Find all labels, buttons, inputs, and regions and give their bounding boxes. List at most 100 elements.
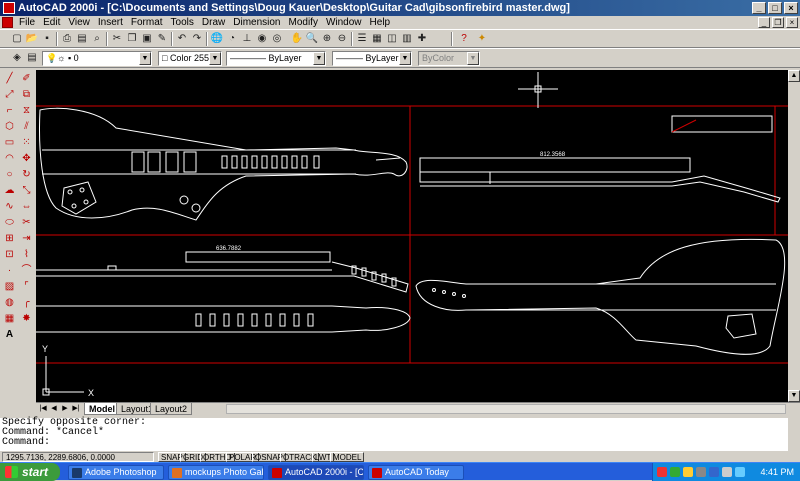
scale-icon[interactable]: ⤡	[19, 184, 34, 198]
move-icon[interactable]: ✥	[19, 152, 34, 166]
task-autocad-today[interactable]: AutoCAD Today	[368, 465, 464, 480]
menu-format[interactable]: Format	[127, 16, 167, 29]
document-icon[interactable]	[2, 17, 13, 28]
menu-dimension[interactable]: Dimension	[229, 16, 284, 29]
revision-cloud-icon[interactable]: ☁	[2, 184, 17, 198]
last-tab-icon[interactable]: ▶|	[71, 404, 81, 414]
copy-object-icon[interactable]: ⧉	[19, 88, 34, 102]
spline-icon[interactable]: ∿	[2, 200, 17, 214]
cut-icon[interactable]: ✂	[110, 32, 124, 46]
construction-line-icon[interactable]: ⤢	[2, 88, 17, 102]
prev-tab-icon[interactable]: ◀	[49, 404, 59, 414]
markup-icon[interactable]: ✚	[415, 32, 429, 46]
trim-icon[interactable]: ✂	[19, 216, 34, 230]
tool-palettes-icon[interactable]: ◫	[385, 32, 399, 46]
color-dropdown[interactable]: □ Color 255 ▼	[158, 51, 222, 66]
close-button[interactable]: ×	[784, 2, 798, 14]
chevron-down-icon[interactable]: ▼	[313, 52, 325, 65]
join-icon[interactable]: ⌒	[19, 264, 34, 278]
menu-window[interactable]: Window	[322, 16, 366, 29]
circle-icon[interactable]: ○	[2, 168, 17, 182]
design-center-icon[interactable]: ▦	[370, 32, 384, 46]
polygon-icon[interactable]: ⬡	[2, 120, 17, 134]
properties-icon[interactable]: ☰	[355, 32, 369, 46]
tab-layout2[interactable]: Layout2	[150, 403, 193, 415]
layers-icon[interactable]: ▤	[25, 51, 39, 65]
lineweight-dropdown[interactable]: ——— ByLayer ▼	[332, 51, 412, 66]
task-photoshop[interactable]: Adobe Photoshop	[68, 465, 164, 480]
start-button[interactable]: start	[0, 463, 60, 481]
menu-help[interactable]: Help	[366, 16, 395, 29]
print-icon[interactable]: ⎙	[60, 32, 74, 46]
pan-icon[interactable]: ✋	[290, 32, 304, 46]
rotate-icon[interactable]: ↻	[19, 168, 34, 182]
preview-icon[interactable]: ▤	[75, 32, 89, 46]
vertical-scrollbar[interactable]: ▲ ▼	[788, 70, 800, 402]
dbconnect-icon[interactable]: ▥	[400, 32, 414, 46]
menu-draw[interactable]: Draw	[198, 16, 229, 29]
match-properties-icon[interactable]: ✎	[155, 32, 169, 46]
open-icon[interactable]: 📂	[25, 32, 39, 46]
first-tab-icon[interactable]: |◀	[38, 404, 48, 414]
explode-icon[interactable]: ✸	[19, 312, 34, 326]
chevron-down-icon[interactable]: ▼	[139, 52, 151, 65]
3d-orbit-icon[interactable]: ◎	[270, 32, 284, 46]
maximize-button[interactable]: □	[768, 2, 782, 14]
extend-icon[interactable]: ⇥	[19, 232, 34, 246]
hatch-icon[interactable]: ▨	[2, 280, 17, 294]
find-icon[interactable]: ⌕	[90, 32, 104, 46]
command-window[interactable]: Specify opposite corner: Command: *Cance…	[0, 416, 800, 451]
tray-icon[interactable]	[696, 467, 706, 477]
polyline-icon[interactable]: ⌐	[2, 104, 17, 118]
doc-restore-button[interactable]: ❐	[772, 17, 784, 28]
menu-edit[interactable]: Edit	[39, 16, 64, 29]
line-icon[interactable]: ╱	[2, 72, 17, 86]
network-icon[interactable]	[735, 467, 745, 477]
horizontal-scrollbar[interactable]	[226, 404, 786, 414]
tab-model[interactable]: Model	[84, 403, 120, 415]
help-icon[interactable]: ?	[457, 32, 471, 46]
save-icon[interactable]: ▪	[40, 32, 54, 46]
command-scrollbar[interactable]	[788, 418, 800, 451]
hyperlink-icon[interactable]: 🌐	[210, 32, 224, 46]
model-toggle[interactable]: MODEL	[330, 452, 365, 462]
menu-modify[interactable]: Modify	[285, 16, 322, 29]
new-icon[interactable]: ▢	[10, 32, 24, 46]
rectangle-icon[interactable]: ▭	[2, 136, 17, 150]
mirror-icon[interactable]: ⧖	[19, 104, 34, 118]
layer-dropdown[interactable]: 💡☼ ▪ 0 ▼	[42, 51, 152, 66]
make-block-icon[interactable]: ⊡	[2, 248, 17, 262]
zoom-realtime-icon[interactable]: 🔍	[305, 32, 319, 46]
zoom-window-icon[interactable]: ⊕	[320, 32, 334, 46]
task-mockups[interactable]: mockups Photo Galler...	[168, 465, 264, 480]
tray-icon[interactable]	[709, 467, 719, 477]
linetype-dropdown[interactable]: ———— ByLayer ▼	[226, 51, 326, 66]
redo-icon[interactable]: ↷	[190, 32, 204, 46]
autocad-app-icon[interactable]	[3, 2, 15, 14]
chevron-down-icon[interactable]: ▼	[209, 52, 221, 65]
offset-icon[interactable]: ⫽	[19, 120, 34, 134]
tray-icon[interactable]	[670, 467, 680, 477]
task-autocad[interactable]: AutoCAD 2000i - [C:\...	[268, 465, 364, 480]
doc-minimize-button[interactable]: _	[758, 17, 770, 28]
make-layer-current-icon[interactable]: ◈	[10, 51, 24, 65]
tray-icon[interactable]	[657, 467, 667, 477]
multiline-text-icon[interactable]: A	[2, 328, 17, 342]
table-icon[interactable]: ▦	[2, 312, 17, 326]
ucs-icon[interactable]: ⊥	[240, 32, 254, 46]
volume-icon[interactable]	[722, 467, 732, 477]
scroll-down-icon[interactable]: ▼	[788, 390, 800, 402]
tray-icon[interactable]	[683, 467, 693, 477]
chevron-down-icon[interactable]: ▼	[399, 52, 411, 65]
fillet-icon[interactable]: ╭	[19, 296, 34, 310]
region-icon[interactable]: ◍	[2, 296, 17, 310]
insert-block-icon[interactable]: ⊞	[2, 232, 17, 246]
erase-icon[interactable]: ✐	[19, 72, 34, 86]
chamfer-icon[interactable]: ⌜	[19, 280, 34, 294]
paste-icon[interactable]: ▣	[140, 32, 154, 46]
array-icon[interactable]: ⁙	[19, 136, 34, 150]
menu-tools[interactable]: Tools	[167, 16, 198, 29]
scroll-up-icon[interactable]: ▲	[788, 70, 800, 82]
zoom-previous-icon[interactable]: ⊖	[335, 32, 349, 46]
menu-view[interactable]: View	[64, 16, 94, 29]
